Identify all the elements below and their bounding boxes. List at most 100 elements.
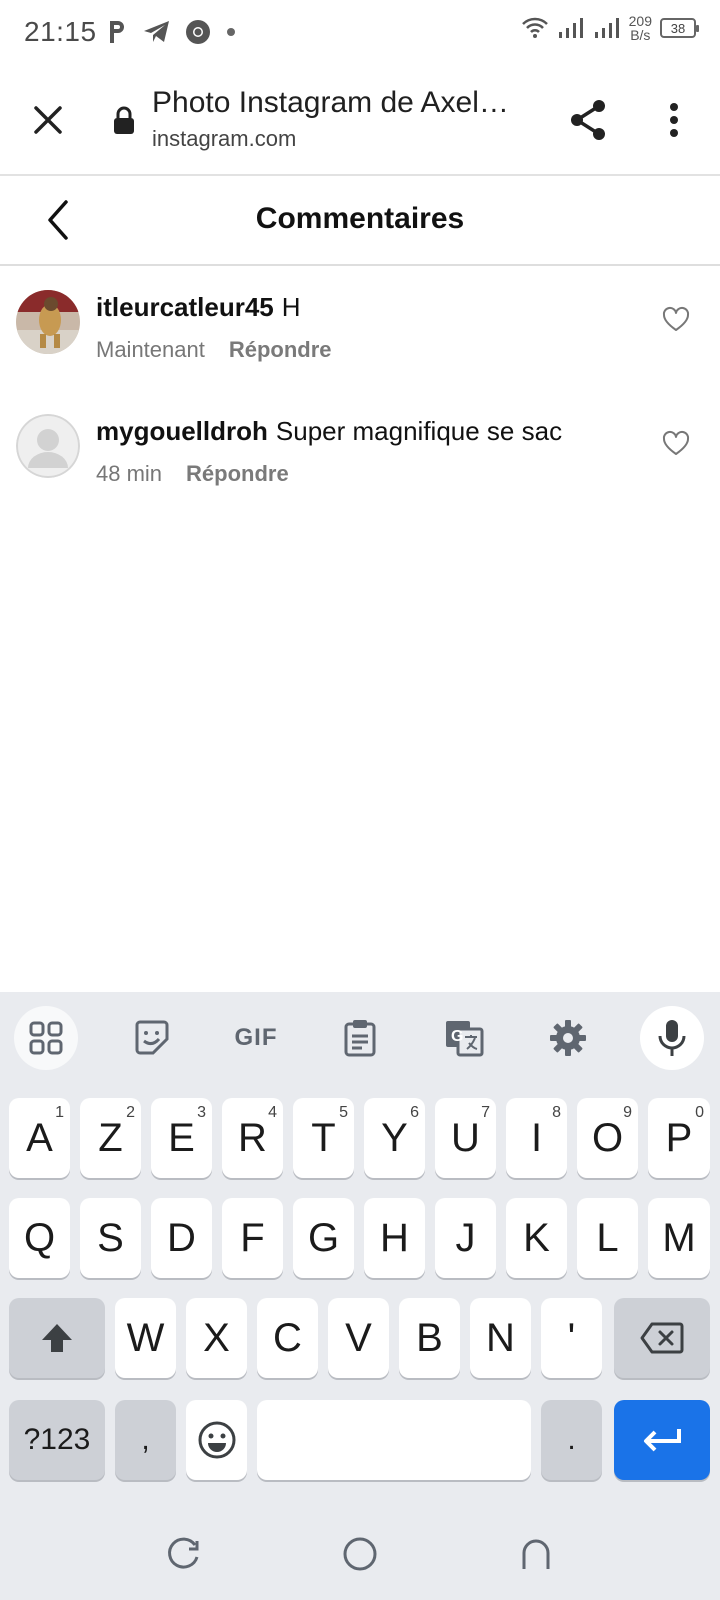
key-label: Z [98,1115,123,1160]
network-speed-unit: B/s [630,27,651,43]
key-p[interactable]: P0 [648,1098,710,1178]
key-l[interactable]: L [577,1198,638,1278]
key-i[interactable]: I8 [506,1098,567,1178]
comments-header: Commentaires [0,176,720,266]
key-r[interactable]: R4 [222,1098,283,1178]
comment-item: mygouelldroh Super magnifique se sac 48 m… [0,412,720,522]
key-j[interactable]: J [435,1198,496,1278]
key-label: P [665,1115,693,1160]
key-hint: 8 [552,1104,561,1121]
key-y[interactable]: Y6 [364,1098,425,1178]
sticker-button[interactable] [120,1006,184,1070]
key-label: B [416,1315,443,1360]
key-n[interactable]: N [470,1298,531,1378]
avatar[interactable] [16,290,80,354]
key-label: ?123 [23,1423,91,1456]
comma-key[interactable]: , [115,1400,176,1480]
url-block[interactable]: Photo Instagram de Axel… instagram.com [152,86,532,152]
reply-button[interactable]: Répondre [229,337,332,363]
key-hint: 3 [197,1104,206,1121]
gif-button[interactable]: GIF [224,1006,288,1070]
backspace-key[interactable] [614,1298,710,1378]
key-f[interactable]: F [222,1198,283,1278]
signal-icon [594,18,619,38]
custom-tab-toolbar: Photo Instagram de Axel… instagram.com [0,64,720,176]
recent-apps-icon [168,1537,199,1569]
emoji-key[interactable] [186,1400,247,1480]
key-label: N [486,1315,515,1360]
key-label: U [451,1115,480,1160]
key-v[interactable]: V [328,1298,389,1378]
key-label: M [662,1215,696,1260]
symbols-key[interactable]: ?123 [9,1400,105,1480]
key-apostrophe[interactable]: ' [541,1298,602,1378]
space-key[interactable] [257,1400,531,1480]
key-s[interactable]: S [80,1198,141,1278]
key-m[interactable]: M [648,1198,710,1278]
recent-apps-button[interactable] [164,1534,204,1574]
enter-key[interactable] [614,1400,710,1480]
key-h[interactable]: H [364,1198,425,1278]
reply-button[interactable]: Répondre [186,461,289,487]
close-tab-button[interactable] [28,100,68,140]
key-z[interactable]: Z2 [80,1098,141,1178]
voice-input-button[interactable] [640,1006,704,1070]
key-label: V [345,1315,372,1360]
battery-icon: 38 [660,18,699,38]
back-nav-button[interactable] [516,1534,556,1574]
share-button[interactable] [566,96,610,144]
more-options-button[interactable] [654,96,694,144]
network-speed-value: 209 [628,13,652,29]
key-hint: 9 [623,1104,632,1121]
key-hint: 6 [410,1104,419,1121]
notification-icons [107,19,237,45]
comment-text-line: mygouelldroh Super magnifique se sac [96,416,636,447]
default-avatar-icon [16,414,80,478]
key-label: C [273,1315,302,1360]
key-e[interactable]: E3 [151,1098,212,1178]
translate-icon: G [446,1021,484,1057]
period-key[interactable]: . [541,1400,602,1480]
key-u[interactable]: U7 [435,1098,496,1178]
svg-text:G: G [451,1028,463,1045]
comment-username[interactable]: mygouelldroh [96,416,268,446]
heart-icon[interactable] [662,306,690,334]
key-g[interactable]: G [293,1198,354,1278]
key-d[interactable]: D [151,1198,212,1278]
key-label: E [168,1115,195,1160]
sticker-icon [135,1020,169,1055]
key-o[interactable]: O9 [577,1098,638,1178]
backspace-icon [640,1322,684,1354]
comment-meta: Maintenant Répondre [96,337,636,363]
key-label: S [97,1215,124,1260]
shift-key[interactable] [9,1298,105,1378]
keyboard-toolbar: GIF G [0,992,720,1082]
comment-body: itleurcatleur45 H Maintenant Répondre [96,292,636,363]
comment-username[interactable]: itleurcatleur45 [96,292,274,322]
system-icons: 209 B/s 38 [521,13,699,43]
chrome-icon [185,20,210,44]
key-k[interactable]: K [506,1198,567,1278]
key-w[interactable]: W [115,1298,176,1378]
key-t[interactable]: T5 [293,1098,354,1178]
parking-icon [109,21,124,43]
key-label: R [238,1115,267,1160]
translate-button[interactable]: G [432,1006,496,1070]
clipboard-button[interactable] [328,1006,392,1070]
comment-text: Super magnifique se sac [275,416,563,446]
apps-grid-button[interactable] [14,1006,78,1070]
lock-icon [114,106,134,134]
key-hint: 1 [55,1104,64,1121]
comment-text: H [281,292,301,322]
avatar[interactable] [16,414,80,478]
key-label: L [596,1215,619,1260]
key-q[interactable]: Q [9,1198,70,1278]
heart-icon[interactable] [662,430,690,458]
key-c[interactable]: C [257,1298,318,1378]
key-x[interactable]: X [186,1298,247,1378]
signal-icon [558,18,583,38]
key-a[interactable]: A1 [9,1098,70,1178]
settings-button[interactable] [536,1006,600,1070]
home-button[interactable] [340,1534,380,1574]
key-b[interactable]: B [399,1298,460,1378]
